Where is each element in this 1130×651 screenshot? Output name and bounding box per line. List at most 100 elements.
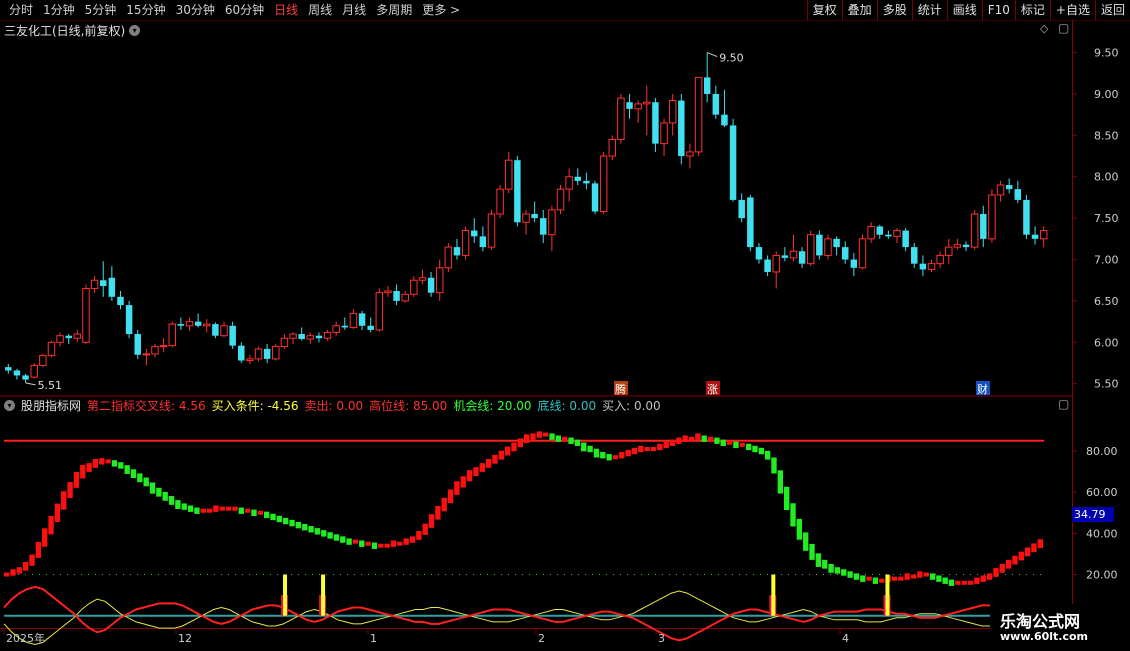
candle-body-down <box>574 176 582 181</box>
oscillator-block <box>352 539 359 544</box>
oscillator-block <box>758 447 764 455</box>
oscillator-block <box>1031 543 1037 553</box>
oscillator-block <box>67 482 73 499</box>
candle-body-up <box>789 250 798 259</box>
oscillator-block <box>409 536 416 543</box>
candle-body-up <box>522 213 530 223</box>
oscillator-block <box>175 500 181 509</box>
oscillator-block <box>251 509 257 516</box>
candle-body-up <box>220 325 228 337</box>
candle-body-up <box>375 292 384 331</box>
oscillator-block <box>238 507 244 514</box>
oscillator-block <box>308 526 314 533</box>
candle-body-up <box>867 225 875 240</box>
candle-body-up <box>927 263 936 270</box>
oscillator-block <box>619 451 625 459</box>
candle-body-up <box>858 238 867 269</box>
candle-body-down <box>738 199 745 219</box>
oscillator-block <box>105 459 111 464</box>
candle-body-down <box>13 370 21 376</box>
candle-body-down <box>729 125 737 200</box>
oscillator-block <box>61 491 67 510</box>
candle-body-up <box>565 176 573 190</box>
candle-body-up <box>272 345 280 360</box>
indicator-axis-label: 80.00 <box>1086 445 1118 458</box>
candle-body-up <box>47 341 56 357</box>
candle-body-up <box>988 194 996 240</box>
oscillator-block <box>16 567 23 574</box>
oscillator-block <box>752 445 758 453</box>
oscillator-block <box>435 505 441 520</box>
oscillator-block <box>80 464 86 479</box>
candle-body-up <box>487 213 496 248</box>
candle-body-down <box>721 114 728 126</box>
oscillator-block <box>257 510 263 515</box>
oscillator-block <box>872 577 879 584</box>
candle-body-down <box>229 325 236 346</box>
candle-body-up <box>384 290 392 294</box>
oscillator-block <box>111 460 118 467</box>
oscillator-block <box>955 580 961 585</box>
oscillator-block <box>688 436 695 441</box>
oscillator-block <box>536 431 543 438</box>
candle-body-down <box>341 325 349 328</box>
oscillator-block <box>993 568 999 577</box>
oscillator-block <box>23 561 29 571</box>
candle-body-up <box>496 188 504 215</box>
oscillator-block <box>1005 559 1012 569</box>
candle-body-down <box>583 180 590 184</box>
candle-body-down <box>470 230 478 237</box>
oscillator-block <box>929 573 936 580</box>
candle-body-up <box>82 288 90 343</box>
oscillator-block <box>416 531 422 540</box>
oscillator-block <box>384 543 390 548</box>
candle-body-up <box>332 325 340 333</box>
oscillator-block <box>625 449 631 457</box>
oscillator-block <box>371 542 378 549</box>
oscillator-block <box>524 434 530 444</box>
oscillator-block <box>764 450 771 460</box>
oscillator-block <box>904 573 910 580</box>
high-label: 9.50 <box>719 52 744 65</box>
oscillator-block <box>663 441 669 449</box>
candle-body-up <box>505 159 513 190</box>
signal-bar-yellow <box>321 574 326 616</box>
oscillator-block <box>156 487 162 497</box>
candle-body-down <box>117 296 124 306</box>
oscillator-block <box>530 433 536 440</box>
candle-body-down <box>962 244 970 248</box>
candle-body-down <box>781 255 789 258</box>
oscillator-block <box>219 506 225 511</box>
oscillator-block <box>612 455 619 460</box>
watermark-url: www.60lt.com <box>1000 630 1089 643</box>
candle-body-down <box>626 102 633 109</box>
candle-body-down <box>980 214 987 239</box>
oscillator-block <box>302 524 308 531</box>
oscillator-block <box>657 443 663 451</box>
low-label: 5.51 <box>38 379 63 392</box>
event-badge: 涨 <box>707 383 718 396</box>
candle-body-down <box>850 259 858 268</box>
candle-body-up <box>254 348 263 360</box>
candle-body-up <box>151 345 159 355</box>
candle-body-down <box>833 238 840 248</box>
oscillator-block <box>504 446 511 456</box>
candle-body-down <box>1005 185 1013 190</box>
oscillator-block <box>898 576 904 581</box>
candle-body-down <box>755 247 763 260</box>
oscillator-block <box>790 503 796 527</box>
oscillator-block <box>1012 555 1018 565</box>
chart-canvas[interactable]: 9.50 5.51 9.50 9.00 8.50 8.00 7.50 7.00 6.50 6.00… <box>0 0 1130 650</box>
candle-body-down <box>652 102 659 144</box>
oscillator-block <box>834 567 841 574</box>
candle-body-down <box>902 230 909 248</box>
oscillator-block <box>321 530 327 537</box>
oscillator-block <box>606 454 612 461</box>
signal-bar-yellow <box>283 574 288 616</box>
candle-body-up <box>410 279 418 295</box>
oscillator-block <box>733 441 739 449</box>
oscillator-block <box>828 563 834 573</box>
oscillator-block <box>264 511 270 519</box>
candle-body-down <box>194 321 202 326</box>
candle-body-down <box>65 335 72 339</box>
